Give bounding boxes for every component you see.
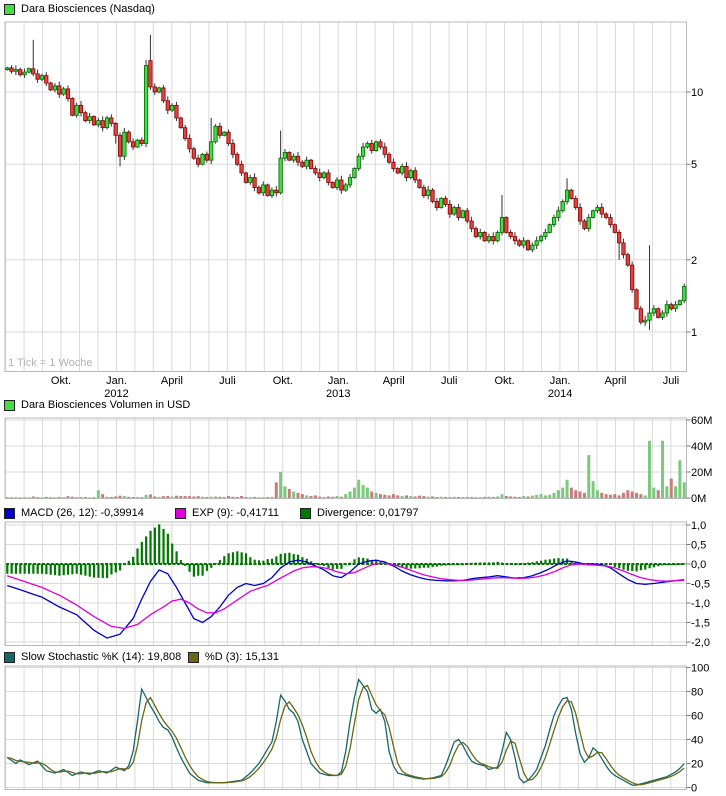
volume-panel-legend: Dara Biosciences Volumen in USD: [4, 398, 190, 412]
exp-series-swatch-icon: [175, 507, 186, 519]
svg-text:60: 60: [691, 711, 703, 723]
svg-text:2013: 2013: [326, 388, 350, 400]
stock-chart-dara-biosciences: 10 5 2 1 60M 40M 20M 0M 1,0 0,5 0,0 -0,5 -1,0 -1,5 -2,…: [0, 0, 726, 796]
svg-text:2014: 2014: [548, 388, 572, 400]
stoch-grid: 100 80 60 40 20 0: [4, 663, 709, 795]
svg-text:0,5: 0,5: [691, 540, 706, 552]
svg-text:20M: 20M: [691, 467, 712, 479]
svg-text:Jan.: Jan.: [550, 375, 571, 387]
svg-text:Jan.: Jan.: [328, 375, 349, 387]
macd-legend-item: MACD (26, 12): -0,39914: [4, 506, 144, 520]
stoch-d-legend-item: %D (3): 15,131: [188, 650, 279, 664]
stochastic-panel-legend: Slow Stochastic %K (14): 19,808 %D (3): …: [0, 650, 726, 664]
stochastic-series: [6, 677, 685, 786]
svg-text:40M: 40M: [691, 441, 712, 453]
macd-series: [6, 524, 686, 639]
price-x-axis-labels: Okt. Jan.2012April Juli Okt. Jan.2013April Ju…: [51, 375, 679, 400]
macd-grid: 1,0 0,5 0,0 -0,5 -1,0 -1,5 -2,0: [4, 520, 710, 649]
svg-text:Juli: Juli: [219, 375, 236, 387]
svg-text:-0,5: -0,5: [691, 579, 710, 591]
divergence-series-swatch-icon: [300, 507, 311, 519]
price-grid: 10 5 2 1: [4, 21, 703, 372]
candlestick-series: [5, 34, 687, 330]
price-panel-title: Dara Biosciences (Nasdaq): [21, 3, 155, 15]
volume-bar-series: [5, 440, 686, 499]
svg-text:-1,0: -1,0: [691, 598, 710, 610]
volume-panel-title: Dara Biosciences Volumen in USD: [21, 399, 191, 411]
svg-text:40: 40: [691, 735, 703, 747]
stoch-k-series-swatch-icon: [4, 651, 15, 663]
macd-series-swatch-icon: [4, 507, 15, 519]
svg-text:April: April: [604, 375, 626, 387]
divergence-legend-label: Divergence: 0,01797: [317, 507, 419, 519]
svg-text:Juli: Juli: [663, 375, 680, 387]
svg-text:Okt.: Okt.: [51, 375, 71, 387]
exp-legend-label: EXP (9): -0,41711: [192, 507, 280, 519]
svg-text:80: 80: [691, 687, 703, 699]
svg-text:Juli: Juli: [441, 375, 458, 387]
price-series-swatch-icon: [4, 3, 15, 15]
svg-text:April: April: [383, 375, 405, 387]
tick-interval-note: 1 Tick = 1 Woche: [8, 357, 93, 369]
svg-text:Okt.: Okt.: [495, 375, 515, 387]
svg-text:1: 1: [691, 327, 697, 339]
price-panel-legend: Dara Biosciences (Nasdaq): [4, 2, 155, 16]
stoch-d-series-swatch-icon: [188, 651, 199, 663]
stoch-k-legend-item: Slow Stochastic %K (14): 19,808: [4, 650, 181, 664]
svg-text:1,0: 1,0: [691, 520, 706, 532]
macd-legend-label: MACD (26, 12): -0,39914: [21, 507, 144, 519]
divergence-legend-item: Divergence: 0,01797: [300, 506, 419, 520]
svg-text:100: 100: [691, 663, 709, 675]
svg-text:0,0: 0,0: [691, 559, 706, 571]
svg-text:10: 10: [691, 87, 703, 99]
macd-panel-legend: MACD (26, 12): -0,39914 EXP (9): -0,4171…: [0, 506, 726, 520]
svg-text:0: 0: [691, 783, 697, 795]
svg-text:Okt.: Okt.: [273, 375, 293, 387]
stoch-k-legend-label: Slow Stochastic %K (14): 19,808: [21, 651, 182, 663]
svg-text:-2,0: -2,0: [691, 637, 710, 649]
svg-text:5: 5: [691, 159, 697, 171]
svg-text:2: 2: [691, 255, 697, 267]
stoch-d-legend-label: %D (3): 15,131: [205, 651, 279, 663]
svg-text:20: 20: [691, 759, 703, 771]
svg-text:-1,5: -1,5: [691, 618, 710, 630]
svg-text:60M: 60M: [691, 415, 712, 427]
exp-legend-item: EXP (9): -0,41711: [175, 506, 279, 520]
volume-series-swatch-icon: [4, 399, 15, 411]
svg-text:Jan.: Jan.: [106, 375, 127, 387]
svg-text:0M: 0M: [691, 493, 706, 505]
svg-text:April: April: [161, 375, 183, 387]
